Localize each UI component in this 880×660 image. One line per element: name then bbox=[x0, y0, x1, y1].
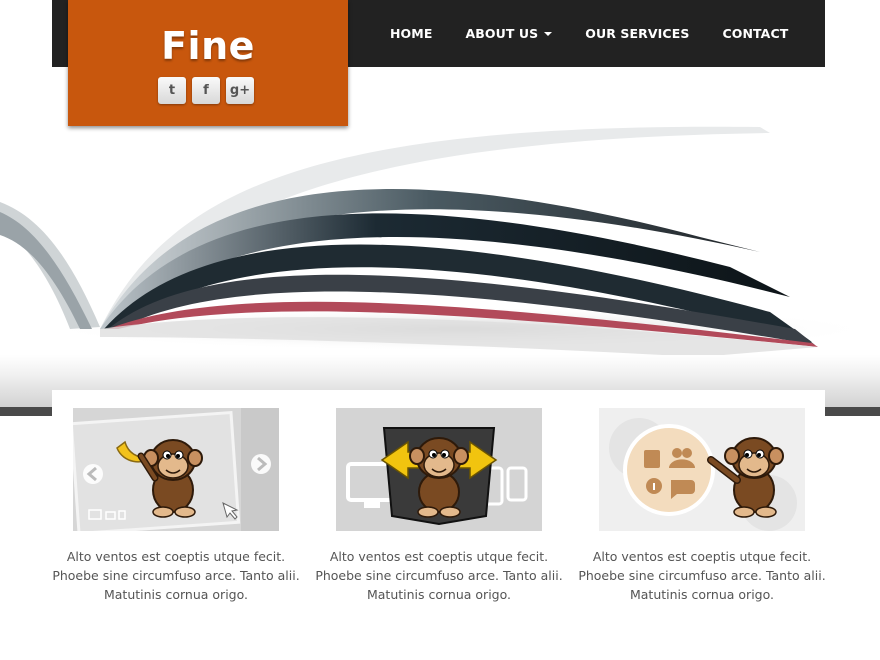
feature-image-icons[interactable] bbox=[599, 408, 805, 531]
monkey-responsive-devices-illustration bbox=[336, 408, 542, 531]
main-nav: HOME ABOUT US OUR SERVICES CONTACT bbox=[374, 0, 821, 67]
feature-description: Alto ventos est coeptis utque fecit. Pho… bbox=[315, 549, 563, 602]
nav-home[interactable]: HOME bbox=[390, 26, 432, 41]
logo-box: Fine t f g+ bbox=[68, 0, 348, 126]
feature-card: Alto ventos est coeptis utque fecit. Pho… bbox=[315, 408, 563, 604]
twitter-icon[interactable]: t bbox=[158, 77, 186, 104]
nav-about-label: ABOUT US bbox=[465, 26, 539, 41]
feature-image-responsive[interactable] bbox=[336, 408, 542, 531]
feature-description: Alto ventos est coeptis utque fecit. Pho… bbox=[52, 549, 300, 602]
nav-services-label: OUR SERVICES bbox=[585, 26, 690, 41]
nav-contact-label: CONTACT bbox=[722, 26, 789, 41]
caret-down-icon bbox=[544, 31, 553, 36]
social-links: t f g+ bbox=[158, 77, 254, 104]
feature-description: Alto ventos est coeptis utque fecit. Pho… bbox=[578, 549, 826, 602]
nav-home-label: HOME bbox=[390, 26, 433, 41]
nav-our-services[interactable]: OUR SERVICES bbox=[585, 26, 689, 41]
feature-image-slider[interactable] bbox=[73, 408, 279, 531]
feature-card: Alto ventos est coeptis utque fecit. Pho… bbox=[578, 408, 826, 604]
facebook-icon[interactable]: f bbox=[192, 77, 220, 104]
site-logo[interactable]: Fine bbox=[68, 24, 348, 68]
monkey-slider-illustration bbox=[73, 408, 279, 531]
nav-contact[interactable]: CONTACT bbox=[722, 26, 788, 41]
google-plus-icon[interactable]: g+ bbox=[226, 77, 254, 104]
feature-card: Alto ventos est coeptis utque fecit. Pho… bbox=[52, 408, 300, 604]
nav-about-us[interactable]: ABOUT US bbox=[465, 26, 553, 41]
monkey-features-icons-illustration bbox=[599, 408, 805, 531]
